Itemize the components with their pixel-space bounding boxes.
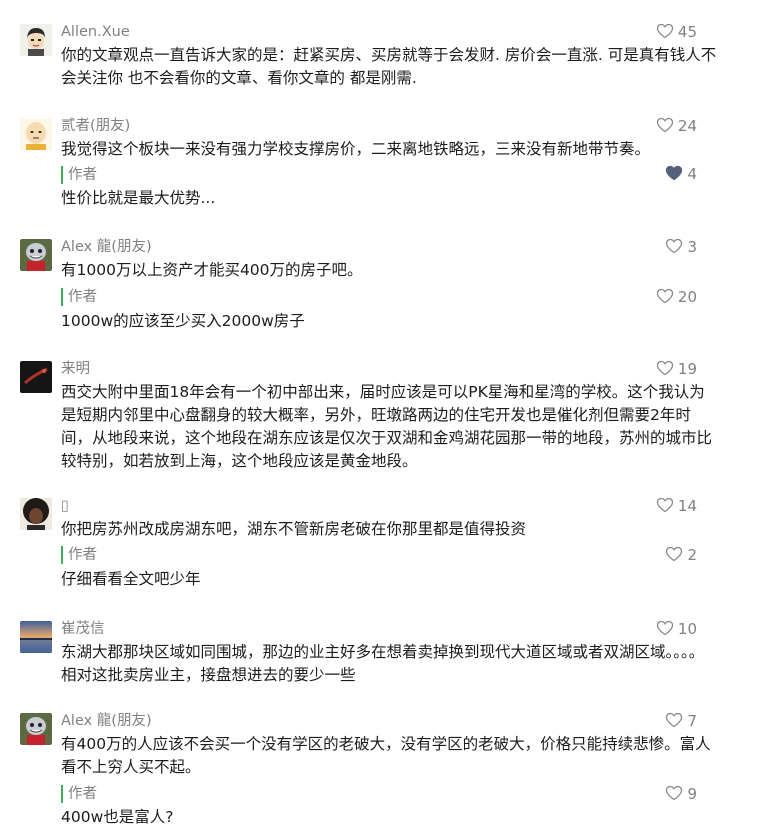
like-count: 4 <box>687 165 697 183</box>
like-count: 14 <box>677 497 697 515</box>
avatar[interactable] <box>20 621 52 653</box>
like-button[interactable]: 3 <box>665 237 697 257</box>
comment-text: 你把房苏州改成房湖东吧，湖东不管新房老破在你那里都是值得投资 <box>61 520 527 538</box>
heart-outline-icon <box>666 712 683 728</box>
like-count: 7 <box>687 712 697 730</box>
reply-like-button[interactable]: 9 <box>665 784 697 804</box>
heart-filled-icon <box>666 165 683 181</box>
avatar[interactable] <box>20 24 52 56</box>
like-button[interactable]: 10 <box>656 619 697 639</box>
avatar[interactable] <box>20 239 52 271</box>
heart-outline-icon <box>656 620 674 636</box>
avatar[interactable] <box>20 118 52 150</box>
author-reply-label: 作者 <box>61 166 97 184</box>
like-button[interactable]: 19 <box>656 359 697 379</box>
like-count: 19 <box>677 360 697 378</box>
commenter-name[interactable]: 崔茂信 <box>61 619 105 639</box>
heart-outline-icon <box>656 23 674 39</box>
reply-like-button[interactable]: 2 <box>665 545 697 565</box>
bald-cartoon-avatar-icon <box>20 118 52 150</box>
commenter-name[interactable]: Alex 龍(朋友) <box>61 711 152 731</box>
author-reply-label: 作者 <box>61 785 97 803</box>
cartoon-boy-avatar-icon <box>20 24 52 56</box>
author-reply-text: 400w也是富人? <box>61 808 174 826</box>
like-count: 9 <box>687 785 697 803</box>
heart-outline-icon <box>666 238 683 254</box>
heart-outline-icon <box>666 785 683 801</box>
like-button[interactable]: 7 <box>665 711 697 731</box>
like-button[interactable]: 24 <box>656 116 697 136</box>
mascot-avatar-icon <box>20 239 52 271</box>
like-count: 2 <box>687 546 697 564</box>
comment-text: 你的文章观点一直告诉大家的是：赶紧买房、买房就等于会发财. 房价会一直涨. 可是… <box>61 46 717 87</box>
avatar[interactable] <box>20 498 52 530</box>
dark-photo-avatar-icon <box>20 361 52 393</box>
like-button[interactable]: 14 <box>656 496 697 516</box>
avatar[interactable] <box>20 713 52 745</box>
like-count: 10 <box>677 620 697 638</box>
commenter-name[interactable]: 贰者(朋友) <box>61 116 130 136</box>
commenter-name[interactable]: Alex 龍(朋友) <box>61 237 152 257</box>
commenter-name[interactable]: 来明 <box>61 359 90 379</box>
like-count: 24 <box>677 117 697 135</box>
like-button[interactable]: 45 <box>656 22 697 42</box>
avatar[interactable] <box>20 361 52 393</box>
comment-text: 西交大附中里面18年会有一个初中部出来，届时应该是可以PK星海和星湾的学校。这个… <box>61 383 713 470</box>
reply-like-button[interactable]: 4 <box>665 164 697 184</box>
comment-text: 东湖大郡那块区域如同围城，那边的业主好多在想着卖掉换到现代大道区域或者双湖区域。… <box>61 643 705 684</box>
curly-hair-avatar-icon <box>20 498 52 530</box>
heart-outline-icon <box>666 546 683 562</box>
commenter-name[interactable]: ▯ <box>61 496 69 516</box>
author-reply-text: 1000w的应该至少买入2000w房子 <box>61 312 305 330</box>
heart-outline-icon <box>656 117 674 133</box>
reply-like-button[interactable]: 20 <box>656 287 697 307</box>
heart-outline-icon <box>656 497 674 513</box>
author-reply-text: 仔细看看全文吧少年 <box>61 570 201 588</box>
heart-outline-icon <box>656 288 674 304</box>
like-count: 3 <box>687 238 697 256</box>
commenter-name[interactable]: Allen.Xue <box>61 22 130 42</box>
mascot-avatar-icon <box>20 713 52 745</box>
lake-sunset-avatar-icon <box>20 621 52 653</box>
comment-text: 我觉得这个板块一来没有强力学校支撑房价，二来离地铁略远，三来没有新地带节奏。 <box>61 140 651 158</box>
comment-text: 有400万的人应该不会买一个没有学区的老破大，没有学区的老破大，价格只能持续悲惨… <box>61 735 711 776</box>
like-count: 20 <box>677 288 697 306</box>
comment-text: 有1000万以上资产才能买400万的房子吧。 <box>61 261 363 279</box>
author-reply-label: 作者 <box>61 288 97 306</box>
like-count: 45 <box>677 23 697 41</box>
author-reply-text: 性价比就是最大优势... <box>61 189 216 207</box>
author-reply-label: 作者 <box>61 546 97 564</box>
heart-outline-icon <box>656 360 674 376</box>
